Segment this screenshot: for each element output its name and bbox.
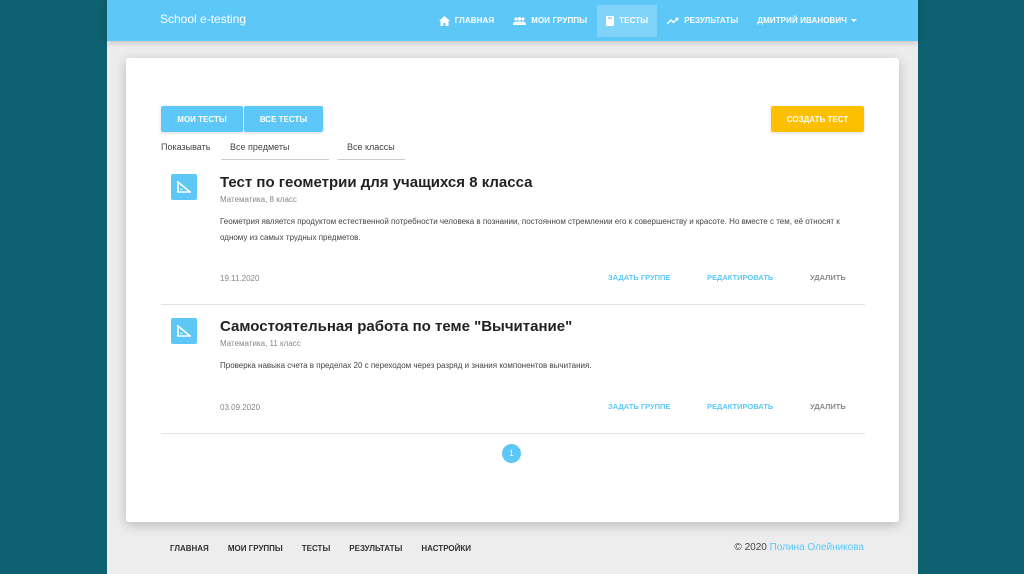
test-meta: Математика, 8 класс bbox=[220, 195, 297, 204]
filter-label: Показывать bbox=[161, 142, 211, 152]
edit-button[interactable]: Редактировать bbox=[707, 273, 773, 282]
footer-link-groups[interactable]: Мои группы bbox=[228, 544, 283, 553]
divider bbox=[161, 433, 865, 434]
grade-select[interactable]: Все классы bbox=[338, 136, 405, 160]
test-title[interactable]: Самостоятельная работа по теме "Вычитани… bbox=[220, 318, 572, 335]
edit-button[interactable]: Редактировать bbox=[707, 402, 773, 411]
test-meta: Математика, 11 класс bbox=[220, 339, 301, 348]
delete-button[interactable]: Удалить bbox=[810, 273, 846, 282]
copyright: © 2020 Полина Олейникова bbox=[734, 542, 864, 553]
delete-button[interactable]: Удалить bbox=[810, 402, 846, 411]
test-title[interactable]: Тест по геометрии для учащихся 8 класса bbox=[220, 174, 532, 191]
ruler-triangle-icon bbox=[171, 318, 197, 344]
author-link[interactable]: Полина Олейникова bbox=[770, 542, 864, 553]
top-navbar: School e-testing Главная Мои группы Тест… bbox=[107, 0, 918, 41]
tests-card: Мои тесты Все тесты Создать тест Показыв… bbox=[126, 58, 899, 522]
test-description: Геометрия является продуктом естественно… bbox=[220, 217, 840, 242]
all-tests-button[interactable]: Все тесты bbox=[244, 106, 323, 132]
assign-group-button[interactable]: Задать группе bbox=[608, 273, 670, 282]
assign-group-button[interactable]: Задать группе bbox=[608, 402, 670, 411]
create-test-button[interactable]: Создать тест bbox=[771, 106, 864, 132]
test-list-item: Тест по геометрии для учащихся 8 класса … bbox=[161, 174, 865, 305]
copyright-prefix: © 2020 bbox=[734, 542, 767, 553]
ruler-triangle-icon bbox=[171, 174, 197, 200]
test-description: Проверка навыка счета в пределах 20 с пе… bbox=[220, 361, 592, 370]
app-shell: School e-testing Главная Мои группы Тест… bbox=[107, 0, 918, 574]
groups-icon bbox=[513, 16, 527, 25]
nav-item-label: Тесты bbox=[619, 16, 649, 25]
brand-logo[interactable]: School e-testing bbox=[160, 12, 246, 26]
trending-up-icon bbox=[667, 17, 679, 25]
nav-item-label: Главная bbox=[454, 16, 495, 25]
subject-select[interactable]: Все предметы bbox=[221, 136, 329, 160]
nav-item-groups[interactable]: Мои группы bbox=[504, 5, 596, 37]
nav-item-tests[interactable]: Тесты bbox=[597, 4, 658, 37]
test-date: 19.11.2020 bbox=[220, 274, 260, 283]
nav-menu: Главная Мои группы Тесты Результаты Дмит… bbox=[430, 0, 918, 41]
pagination-page-button[interactable]: 1 bbox=[502, 444, 521, 463]
test-list-item: Самостоятельная работа по теме "Вычитани… bbox=[161, 318, 865, 434]
nav-item-label: Мои группы bbox=[531, 16, 588, 25]
footer-link-tests[interactable]: Тесты bbox=[302, 544, 331, 553]
home-icon bbox=[438, 15, 450, 26]
book-icon bbox=[606, 15, 615, 26]
caret-down-icon bbox=[851, 19, 857, 22]
footer-nav: Главная Мои группы Тесты Результаты Наст… bbox=[170, 544, 490, 553]
nav-item-label: Результаты bbox=[684, 16, 739, 25]
footer-link-settings[interactable]: Настройки bbox=[421, 544, 471, 553]
footer-link-home[interactable]: Главная bbox=[170, 544, 209, 553]
divider bbox=[161, 304, 865, 305]
footer-link-results[interactable]: Результаты bbox=[349, 544, 402, 553]
nav-item-results[interactable]: Результаты bbox=[658, 5, 747, 37]
nav-item-home[interactable]: Главная bbox=[430, 5, 504, 37]
user-name: Дмитрий Иванович bbox=[757, 16, 847, 25]
test-date: 03.09.2020 bbox=[220, 403, 261, 412]
my-tests-button[interactable]: Мои тесты bbox=[161, 106, 243, 132]
user-menu-dropdown[interactable]: Дмитрий Иванович bbox=[748, 5, 866, 37]
